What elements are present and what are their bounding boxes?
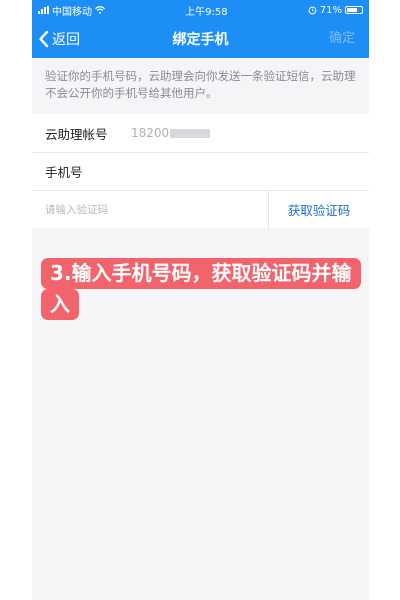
- get-code-button[interactable]: 获取验证码: [269, 200, 369, 219]
- status-right: 71%: [308, 5, 363, 16]
- status-bar: 中国移动 上午9:58 71%: [32, 0, 369, 20]
- nav-bar: 返回 绑定手机 确定: [32, 20, 369, 58]
- battery-icon: [344, 6, 363, 14]
- signal-icon: [38, 6, 49, 14]
- redaction-mark: [170, 128, 211, 138]
- confirm-button[interactable]: 确定: [329, 20, 355, 58]
- battery-percent: 71%: [319, 4, 342, 16]
- wifi-icon: [95, 6, 105, 14]
- back-chevron-icon: [39, 30, 49, 48]
- code-row: 获取验证码: [32, 190, 369, 229]
- page-title: 绑定手机: [172, 32, 229, 48]
- back-label: 返回: [52, 32, 80, 48]
- account-label: 云助理帐号: [45, 126, 108, 142]
- description-text: 验证你的手机号码，云助理会向你发送一条验证短信，云助理不会公开你的手机号给其他用…: [32, 58, 369, 114]
- account-value: 18200: [131, 126, 211, 140]
- alarm-icon: [308, 6, 317, 14]
- account-number: 18200: [131, 126, 170, 140]
- phone-input[interactable]: [131, 152, 369, 191]
- account-row: 云助理帐号 18200: [32, 114, 369, 152]
- page: 中国移动 上午9:58 71% 返回 绑定手机 确定 验证你的手机号码，云助理会…: [0, 0, 400, 600]
- carrier-label: 中国移动: [52, 6, 92, 18]
- phone-screen: 中国移动 上午9:58 71% 返回 绑定手机 确定 验证你的手机号码，云助理会…: [32, 0, 369, 600]
- status-time: 上午9:58: [185, 6, 228, 18]
- phone-label: 手机号: [45, 165, 83, 180]
- bind-phone-form: 云助理帐号 18200 手机号 获取验证码: [32, 114, 369, 229]
- status-left: 中国移动: [38, 3, 105, 18]
- phone-row: 手机号: [32, 152, 369, 191]
- instruction-callout: 3.输入手机号码，获取验证码并输入: [41, 258, 361, 320]
- callout-text: 3.输入手机号码，获取验证码并输入: [41, 258, 361, 320]
- verification-code-input[interactable]: [45, 191, 268, 228]
- back-button[interactable]: 返回: [38, 20, 80, 58]
- battery-fill: [346, 8, 357, 12]
